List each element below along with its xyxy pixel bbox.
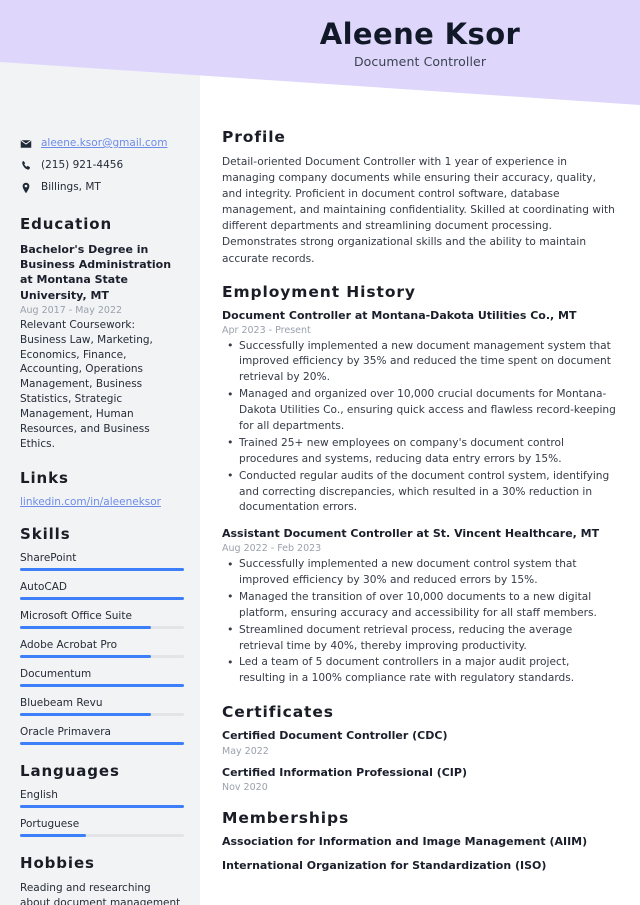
- skill-item: SharePoint: [20, 552, 184, 571]
- education-dates: Aug 2017 - May 2022: [20, 304, 123, 316]
- hobbies-heading: Hobbies: [20, 853, 95, 872]
- language-fill: [20, 833, 86, 837]
- bullet-item: Successfully implemented a new document …: [222, 557, 618, 589]
- phone-icon: [20, 160, 32, 172]
- skill-track: [20, 654, 184, 658]
- certificate-name: Certified Document Controller (CDC): [222, 729, 448, 743]
- skill-fill: [20, 567, 184, 571]
- skill-label: Adobe Acrobat Pro: [20, 638, 118, 651]
- employment-bullets: Successfully implemented a new document …: [222, 338, 618, 517]
- skill-label: Bluebeam Revu: [20, 696, 103, 709]
- resume-page: Aleene Ksor Document Controller aleene.k…: [0, 0, 640, 905]
- skill-label: Oracle Primavera: [20, 725, 111, 738]
- skill-label: Microsoft Office Suite: [20, 609, 132, 622]
- language-item: English: [20, 789, 184, 808]
- employment-title: Document Controller at Montana-Dakota Ut…: [222, 308, 577, 322]
- skill-track: [20, 712, 184, 716]
- memberships-heading: Memberships: [222, 808, 350, 827]
- main-content: Profile Detail-oriented Document Control…: [200, 0, 640, 905]
- employment-entry: Document Controller at Montana-Dakota Ut…: [222, 309, 618, 517]
- link-item-linkedin[interactable]: linkedin.com/in/aleeneksor: [20, 496, 184, 508]
- skill-track: [20, 567, 184, 571]
- bullet-item: Led a team of 5 document controllers in …: [222, 655, 618, 687]
- education-section: Education Bachelor's Degree in Business …: [20, 215, 184, 452]
- location-value: Billings, MT: [41, 180, 101, 193]
- membership-item: International Organization for Standardi…: [222, 859, 547, 873]
- contact-row-phone: (215) 921-4456: [20, 158, 184, 173]
- bullet-item: Successfully implemented a new document …: [222, 338, 618, 387]
- language-fill: [20, 804, 184, 808]
- email-value[interactable]: aleene.ksor@gmail.com: [41, 137, 167, 150]
- language-label: Portuguese: [20, 817, 80, 830]
- employment-dates: Aug 2022 - Feb 2023: [222, 543, 322, 555]
- skill-track: [20, 596, 184, 600]
- language-track: [20, 833, 184, 837]
- links-heading: Links: [20, 468, 69, 487]
- envelope-icon: [20, 138, 32, 150]
- profile-section: Profile Detail-oriented Document Control…: [222, 128, 618, 267]
- contact-list: aleene.ksor@gmail.com (215) 921-4456 Bil…: [20, 136, 184, 195]
- certificates-section: Certificates Certified Document Controll…: [222, 703, 618, 793]
- language-track: [20, 804, 184, 808]
- hobbies-text: Reading and researching about document m…: [20, 881, 181, 905]
- certificates-heading: Certificates: [222, 703, 334, 722]
- skills-section: Skills SharePoint AutoCAD Microsoft Offi…: [20, 525, 184, 745]
- bullet-item: Managed the transition of over 10,000 do…: [222, 589, 618, 622]
- language-label: English: [20, 788, 58, 801]
- skills-heading: Skills: [20, 524, 71, 543]
- certificate-date: May 2022: [222, 745, 269, 757]
- skill-label: AutoCAD: [20, 580, 67, 593]
- skill-track: [20, 741, 184, 745]
- skill-item: AutoCAD: [20, 581, 184, 600]
- phone-value: (215) 921-4456: [41, 158, 124, 171]
- hobbies-section: Hobbies Reading and researching about do…: [20, 854, 184, 905]
- education-degree: Bachelor's Degree in Business Administra…: [20, 243, 172, 302]
- links-section: Links linkedin.com/in/aleeneksor: [20, 469, 184, 508]
- skill-item: Adobe Acrobat Pro: [20, 639, 184, 658]
- employment-title: Assistant Document Controller at St. Vin…: [222, 527, 600, 541]
- skill-fill: [20, 683, 184, 687]
- skill-label: SharePoint: [20, 551, 77, 564]
- skill-track: [20, 625, 184, 629]
- skill-fill: [20, 712, 152, 716]
- employment-bullets: Successfully implemented a new document …: [222, 557, 618, 687]
- skill-fill: [20, 654, 152, 658]
- bullet-item: Trained 25+ new employees on company's d…: [222, 435, 618, 468]
- profile-heading: Profile: [222, 128, 286, 146]
- education-heading: Education: [20, 215, 113, 233]
- employment-entry: Assistant Document Controller at St. Vin…: [222, 527, 618, 687]
- skill-item: Bluebeam Revu: [20, 697, 184, 716]
- education-description: Relevant Coursework: Business Law, Marke…: [20, 318, 153, 450]
- contact-row-location: Billings, MT: [20, 180, 184, 195]
- location-pin-icon: [20, 182, 32, 194]
- sidebar: aleene.ksor@gmail.com (215) 921-4456 Bil…: [0, 0, 200, 905]
- employment-heading: Employment History: [222, 282, 416, 301]
- certificate-entry: Certified Information Professional (CIP)…: [222, 766, 618, 793]
- skill-track: [20, 683, 184, 687]
- contact-row-email[interactable]: aleene.ksor@gmail.com: [20, 136, 184, 151]
- skill-fill: [20, 741, 184, 745]
- bullet-item: Conducted regular audits of the document…: [222, 468, 618, 517]
- bullet-item: Streamlined document retrieval process, …: [222, 622, 618, 655]
- certificate-entry: Certified Document Controller (CDC) May …: [222, 729, 618, 756]
- skill-item: Microsoft Office Suite: [20, 610, 184, 629]
- skill-label: Documentum: [20, 667, 92, 680]
- employment-dates: Apr 2023 - Present: [222, 324, 311, 336]
- membership-item: Association for Information and Image Ma…: [222, 834, 588, 848]
- languages-section: Languages English Portuguese: [20, 762, 184, 837]
- languages-heading: Languages: [20, 761, 120, 780]
- language-item: Portuguese: [20, 818, 184, 837]
- skill-fill: [20, 596, 184, 600]
- employment-section: Employment History Document Controller a…: [222, 283, 618, 688]
- profile-text: Detail-oriented Document Controller with…: [222, 156, 615, 265]
- certificate-name: Certified Information Professional (CIP): [222, 765, 467, 779]
- certificate-date: Nov 2020: [222, 781, 268, 793]
- bullet-item: Managed and organized over 10,000 crucia…: [222, 387, 618, 435]
- skill-fill: [20, 625, 152, 629]
- skill-item: Documentum: [20, 668, 184, 687]
- skill-item: Oracle Primavera: [20, 726, 184, 745]
- memberships-section: Memberships Association for Information …: [222, 809, 618, 874]
